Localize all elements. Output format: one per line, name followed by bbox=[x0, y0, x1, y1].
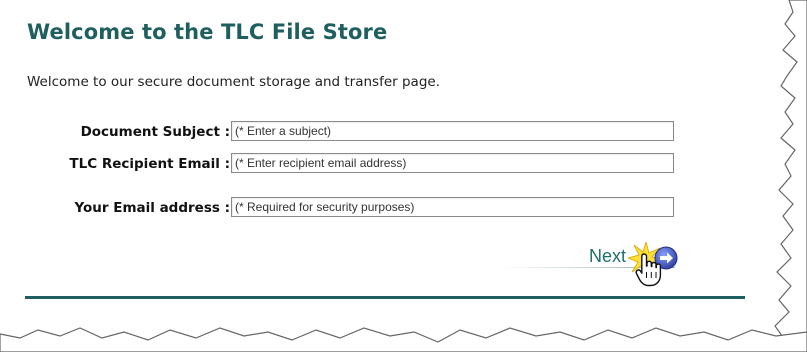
footer-divider bbox=[25, 296, 745, 299]
torn-edge-right bbox=[774, 0, 807, 352]
page: Welcome to the TLC File Store Welcome to… bbox=[0, 0, 807, 352]
next-label: Next bbox=[589, 246, 627, 266]
torn-edge-bottom bbox=[0, 327, 807, 352]
intro-text: Welcome to our secure document storage a… bbox=[27, 74, 440, 90]
your-email-label-wrap: Your Email address : bbox=[40, 197, 230, 219]
next-button[interactable]: Next bbox=[500, 236, 700, 296]
document-subject-label: Document Subject : bbox=[80, 124, 230, 140]
document-subject-input[interactable] bbox=[231, 121, 674, 141]
hand-cursor-icon bbox=[635, 253, 662, 287]
recipient-email-label: TLC Recipient Email : bbox=[69, 156, 230, 172]
recipient-email-label-wrap: TLC Recipient Email : bbox=[40, 153, 230, 175]
page-title: Welcome to the TLC File Store bbox=[27, 20, 388, 44]
recipient-email-input[interactable] bbox=[231, 153, 674, 173]
your-email-label: Your Email address : bbox=[74, 200, 230, 216]
your-email-input[interactable] bbox=[231, 197, 674, 217]
document-subject-label-wrap: Document Subject : bbox=[40, 121, 230, 143]
